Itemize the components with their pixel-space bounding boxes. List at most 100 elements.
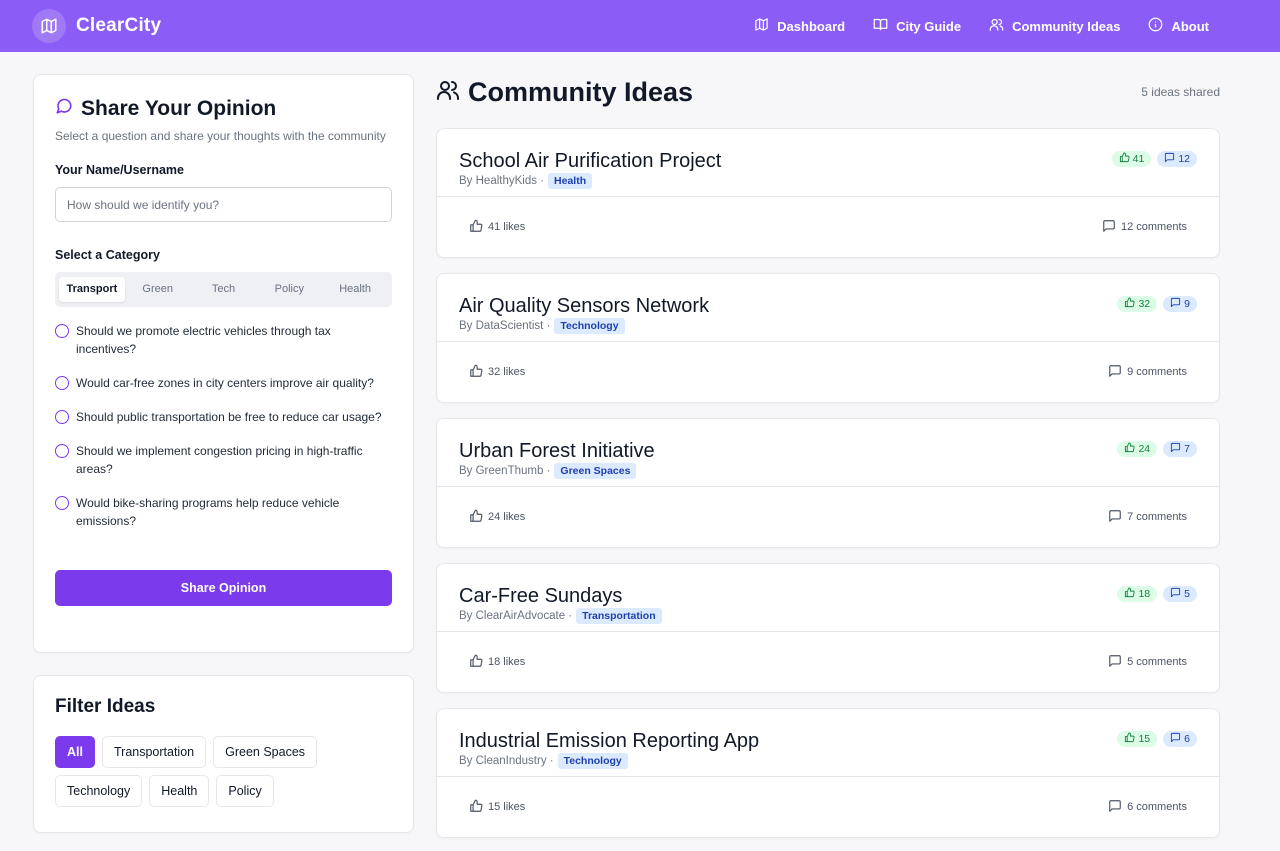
filter-chip-transportation[interactable]: Transportation	[101, 736, 207, 768]
opinion-title-text: Share Your Opinion	[81, 97, 277, 120]
question-option[interactable]: Would bike-sharing programs help reduce …	[55, 494, 392, 530]
idea-title[interactable]: Air Quality Sensors Network	[459, 294, 1197, 318]
likes-text: 15 likes	[488, 801, 526, 813]
comments-button[interactable]: 9 comments	[1108, 364, 1187, 381]
message-circle-icon	[55, 97, 73, 121]
idea-badges: 15 6	[1117, 731, 1197, 747]
community-ideas-section: Community Ideas 5 ideas shared School Ai…	[436, 74, 1220, 851]
idea-card[interactable]: Urban Forest Initiative By GreenThumb · …	[436, 418, 1220, 548]
radio-button[interactable]	[55, 410, 69, 424]
comments-badge: 5	[1163, 586, 1197, 602]
main-nav: Dashboard City Guide Community Ideas Abo…	[754, 17, 1248, 35]
like-button[interactable]: 18 likes	[469, 654, 525, 671]
question-text: Should public transportation be free to …	[76, 410, 382, 424]
share-opinion-button[interactable]: Share Opinion	[55, 570, 392, 606]
nav-community-ideas[interactable]: Community Ideas	[989, 17, 1120, 35]
category-tag: Health	[548, 173, 593, 189]
share-opinion-card: Share Your Opinion Select a question and…	[33, 74, 414, 653]
nav-dashboard[interactable]: Dashboard	[754, 17, 845, 35]
question-option[interactable]: Should we implement congestion pricing i…	[55, 442, 392, 478]
nav-about[interactable]: About	[1148, 17, 1209, 35]
comments-button[interactable]: 5 comments	[1108, 654, 1187, 671]
nav-city-guide[interactable]: City Guide	[873, 17, 961, 35]
tab-tech[interactable]: Tech	[191, 277, 257, 302]
message-square-icon	[1170, 442, 1181, 456]
nav-label: Dashboard	[777, 18, 846, 34]
name-input[interactable]	[55, 187, 392, 222]
radio-button[interactable]	[55, 376, 69, 390]
radio-button[interactable]	[55, 496, 69, 510]
thumbs-up-icon	[1124, 732, 1136, 746]
likes-text: 18 likes	[488, 656, 526, 668]
comments-badge: 6	[1163, 731, 1197, 747]
map-logo-icon	[32, 9, 66, 43]
likes-badge: 24	[1117, 441, 1158, 457]
filter-chip-all[interactable]: All	[55, 736, 95, 768]
thumbs-up-icon	[469, 799, 483, 816]
map-icon	[754, 17, 769, 35]
message-square-icon	[1108, 799, 1122, 816]
filter-title: Filter Ideas	[55, 696, 156, 717]
likes-badge-count: 15	[1138, 733, 1151, 745]
opinion-subtitle: Select a question and share your thought…	[55, 129, 386, 143]
thumbs-up-icon	[1119, 152, 1130, 166]
filter-chip-technology[interactable]: Technology	[55, 775, 143, 807]
tab-policy[interactable]: Policy	[256, 277, 322, 302]
question-option[interactable]: Would car-free zones in city centers imp…	[55, 374, 392, 392]
filter-chip-green-spaces[interactable]: Green Spaces	[213, 736, 318, 768]
brand[interactable]: ClearCity	[32, 9, 161, 43]
like-button[interactable]: 41 likes	[469, 219, 525, 236]
idea-author: By HealthyKids ·	[459, 175, 545, 187]
tab-health[interactable]: Health	[322, 277, 388, 302]
filter-chip-health[interactable]: Health	[149, 775, 210, 807]
category-tag: Transportation	[576, 608, 662, 624]
like-button[interactable]: 32 likes	[469, 364, 525, 381]
left-column: Share Your Opinion Select a question and…	[33, 74, 414, 851]
top-navbar: ClearCity Dashboard City Guide Community…	[0, 0, 1280, 52]
category-tabs: Transport Green Tech Policy Health	[55, 272, 392, 307]
likes-badge-count: 41	[1132, 153, 1145, 165]
likes-badge: 15	[1117, 731, 1158, 747]
info-icon	[1148, 17, 1163, 35]
thumbs-up-icon	[469, 219, 483, 236]
filter-chips: All Transportation Green Spaces Technolo…	[55, 736, 355, 807]
like-button[interactable]: 24 likes	[469, 509, 525, 526]
idea-card[interactable]: Car-Free Sundays By ClearAirAdvocate · T…	[436, 563, 1220, 693]
comments-button[interactable]: 7 comments	[1108, 509, 1187, 526]
likes-text: 24 likes	[488, 511, 526, 523]
radio-button[interactable]	[55, 324, 69, 338]
likes-badge-count: 18	[1138, 588, 1151, 600]
idea-card[interactable]: Industrial Emission Reporting App By Cle…	[436, 708, 1220, 838]
question-list: Should we promote electric vehicles thro…	[55, 322, 392, 530]
question-option[interactable]: Should we promote electric vehicles thro…	[55, 322, 392, 358]
tab-green[interactable]: Green	[125, 277, 191, 302]
idea-badges: 32 9	[1117, 296, 1197, 312]
comments-badge-count: 5	[1184, 588, 1190, 600]
comments-badge-count: 12	[1178, 153, 1190, 165]
radio-button[interactable]	[55, 444, 69, 458]
idea-meta: By DataScientist · Technology	[459, 318, 1197, 334]
comments-button[interactable]: 6 comments	[1108, 799, 1187, 816]
idea-meta: By CleanIndustry · Technology	[459, 753, 1197, 769]
like-button[interactable]: 15 likes	[469, 799, 525, 816]
message-square-icon	[1108, 654, 1122, 671]
idea-title[interactable]: Car-Free Sundays	[459, 584, 1197, 608]
thumbs-up-icon	[1124, 587, 1136, 601]
idea-title[interactable]: School Air Purification Project	[459, 149, 1197, 173]
message-square-icon	[1102, 219, 1116, 236]
ideas-header: Community Ideas 5 ideas shared	[436, 74, 1220, 110]
tab-transport[interactable]: Transport	[59, 277, 125, 302]
question-option[interactable]: Should public transportation be free to …	[55, 408, 392, 426]
likes-text: 41 likes	[488, 221, 526, 233]
thumbs-up-icon	[469, 364, 483, 381]
comments-badge-count: 9	[1184, 298, 1190, 310]
users-icon	[436, 78, 468, 107]
idea-title[interactable]: Industrial Emission Reporting App	[459, 729, 1197, 753]
filter-chip-policy[interactable]: Policy	[216, 775, 274, 807]
comments-button[interactable]: 12 comments	[1102, 219, 1187, 236]
idea-card[interactable]: School Air Purification Project By Healt…	[436, 128, 1220, 258]
idea-card[interactable]: Air Quality Sensors Network By DataScien…	[436, 273, 1220, 403]
likes-badge-count: 32	[1138, 298, 1151, 310]
idea-title[interactable]: Urban Forest Initiative	[459, 439, 1197, 463]
comments-text: 5 comments	[1127, 656, 1187, 668]
